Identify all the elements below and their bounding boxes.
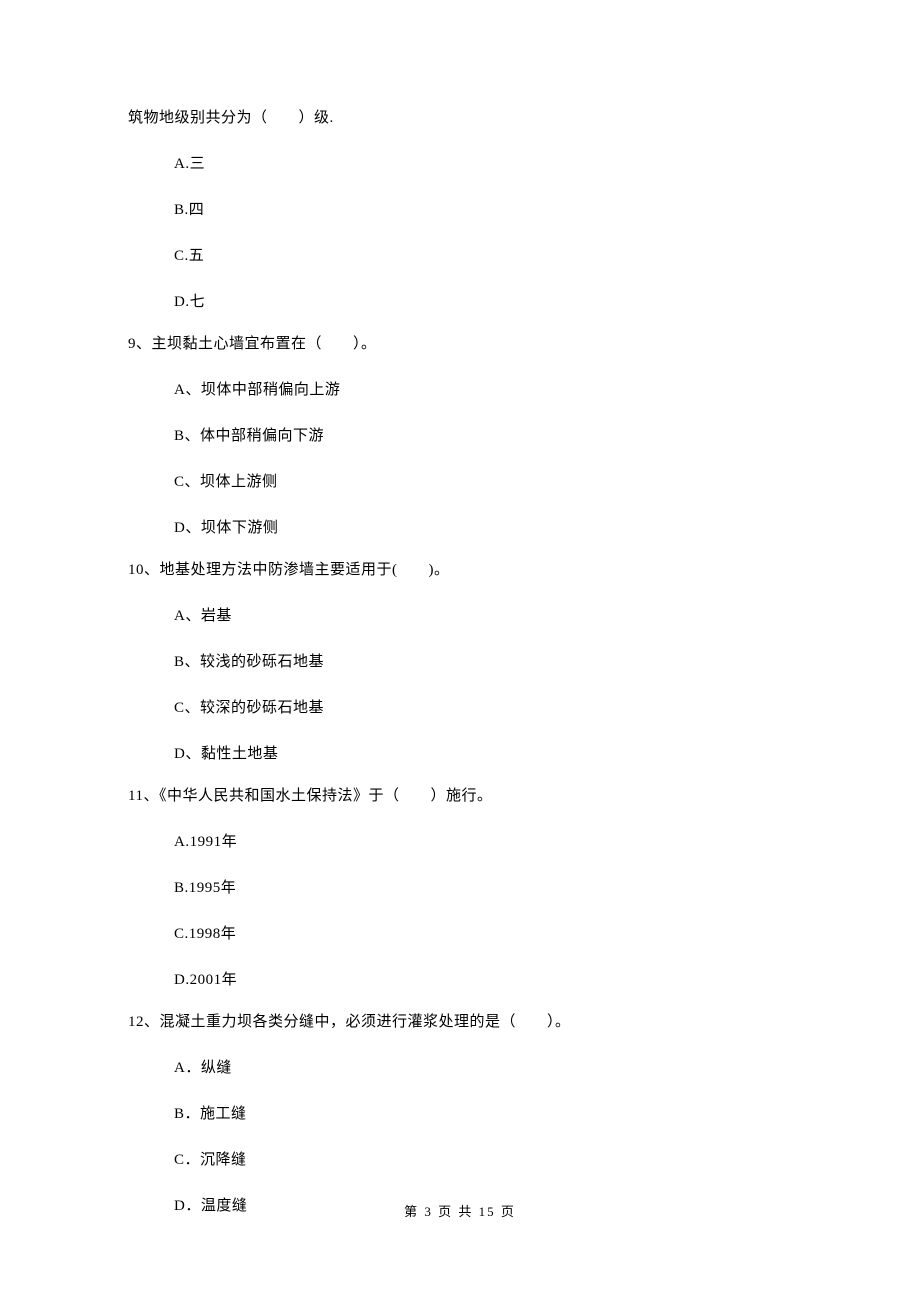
option-d: D、黏性土地基 [174, 742, 800, 766]
option-d: D、坝体下游侧 [174, 516, 800, 540]
page: 筑物地级别共分为（ ）级. A.三 B.四 C.五 D.七 9、主坝黏土心墙宜布… [0, 0, 920, 1302]
option-b: B、较浅的砂砾石地基 [174, 650, 800, 674]
option-a: A、坝体中部稍偏向上游 [174, 378, 800, 402]
option-d: D.七 [174, 290, 800, 314]
question-11: 11、《中华人民共和国水土保持法》于（ ）施行。 A.1991年 B.1995年… [128, 784, 800, 992]
question-8-continued: 筑物地级别共分为（ ）级. A.三 B.四 C.五 D.七 [128, 106, 800, 314]
question-stem: 10、地基处理方法中防渗墙主要适用于( )。 [128, 558, 800, 582]
option-a: A、岩基 [174, 604, 800, 628]
question-stem: 12、混凝土重力坝各类分缝中，必须进行灌浆处理的是（ ）。 [128, 1010, 800, 1034]
question-12: 12、混凝土重力坝各类分缝中，必须进行灌浆处理的是（ ）。 A．纵缝 B．施工缝… [128, 1010, 800, 1218]
option-b: B．施工缝 [174, 1102, 800, 1126]
option-c: C.五 [174, 244, 800, 268]
page-footer: 第 3 页 共 15 页 [0, 1201, 920, 1220]
option-c: C.1998年 [174, 922, 800, 946]
option-a: A．纵缝 [174, 1056, 800, 1080]
question-stem: 筑物地级别共分为（ ）级. [128, 106, 800, 130]
question-9: 9、主坝黏土心墙宜布置在（ ）。 A、坝体中部稍偏向上游 B、体中部稍偏向下游 … [128, 332, 800, 540]
option-d: D.2001年 [174, 968, 800, 992]
option-b: B.1995年 [174, 876, 800, 900]
option-c: C．沉降缝 [174, 1148, 800, 1172]
question-10: 10、地基处理方法中防渗墙主要适用于( )。 A、岩基 B、较浅的砂砾石地基 C… [128, 558, 800, 766]
option-c: C、坝体上游侧 [174, 470, 800, 494]
option-a: A.1991年 [174, 830, 800, 854]
question-stem: 9、主坝黏土心墙宜布置在（ ）。 [128, 332, 800, 356]
question-stem: 11、《中华人民共和国水土保持法》于（ ）施行。 [128, 784, 800, 808]
option-a: A.三 [174, 152, 800, 176]
option-b: B、体中部稍偏向下游 [174, 424, 800, 448]
option-c: C、较深的砂砾石地基 [174, 696, 800, 720]
option-b: B.四 [174, 198, 800, 222]
